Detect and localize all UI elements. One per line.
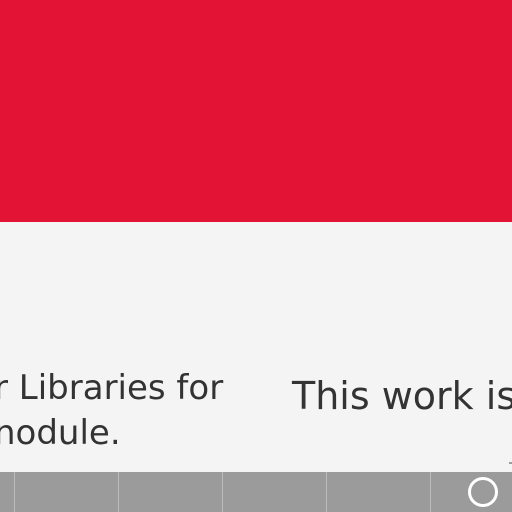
bar-divider [430, 472, 431, 512]
bar-divider [222, 472, 223, 512]
circle-icon[interactable] [468, 477, 498, 507]
content-area: r Libraries for nodule. This work is [0, 222, 512, 472]
left-text-block: r Libraries for nodule. [0, 366, 223, 456]
left-text-line-2: nodule. [0, 413, 121, 453]
header-banner [0, 0, 512, 222]
bar-divider [14, 472, 15, 512]
bar-divider [118, 472, 119, 512]
bottom-bar [0, 472, 512, 512]
bar-divider [326, 472, 327, 512]
left-text-line-1: r Libraries for [0, 368, 224, 408]
screen: r Libraries for nodule. This work is [0, 0, 512, 512]
right-text: This work is [292, 374, 512, 418]
